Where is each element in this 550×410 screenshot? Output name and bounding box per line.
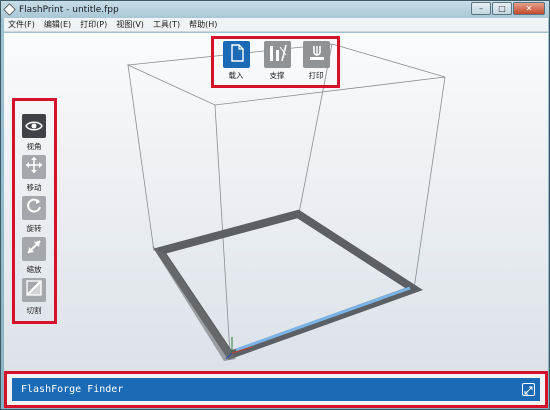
support-icon [268,43,288,67]
scale-button[interactable] [22,237,46,261]
cut-label: 切割 [26,306,42,315]
move-button[interactable] [22,155,46,179]
support-label: 支撑 [269,71,285,80]
print-button[interactable] [303,41,330,68]
print-label: 打印 [308,71,324,80]
support-button[interactable] [264,41,291,68]
menu-print[interactable]: 打印(P) [80,19,107,30]
build-plate [152,209,423,361]
rotate-button[interactable] [22,196,46,220]
cut-button[interactable] [22,278,46,302]
build-volume-wireframe [126,43,446,355]
menu-edit[interactable]: 编辑(E) [44,19,71,30]
left-toolbar: 视角 移动 旋转 缩放 切割 [12,98,57,324]
app-window: FlashPrint - untitle.fpp – □ ✕ 文件(F) 编辑(… [0,0,550,410]
connect-icon [524,380,533,399]
top-toolbar: 载入 支撑 打印 [211,36,340,88]
status-bar: FlashForge Finder [12,378,540,401]
status-bar-highlight: FlashForge Finder [4,371,548,408]
load-file-icon [229,43,245,66]
printer-name: FlashForge Finder [21,384,124,395]
menu-view[interactable]: 视图(V) [116,19,144,30]
menu-tools[interactable]: 工具(T) [153,19,180,30]
print-icon [308,44,326,66]
load-label: 载入 [228,71,244,80]
maximize-button[interactable]: □ [492,2,512,15]
rotate-label: 旋转 [26,224,42,233]
window-controls: – □ ✕ [471,2,545,15]
window-title: FlashPrint - untitle.fpp [19,4,119,15]
view-button[interactable] [22,114,46,138]
scale-label: 缩放 [26,265,42,274]
menu-help[interactable]: 帮助(H) [189,19,217,30]
cut-icon [25,279,43,301]
view-label: 视角 [26,142,42,151]
scale-arrow-icon [25,238,43,260]
connect-button[interactable] [522,383,535,396]
load-button[interactable] [223,41,250,68]
eye-icon [25,117,43,136]
rotate-icon [25,197,43,219]
close-button[interactable]: ✕ [513,2,545,15]
move-arrows-icon [25,156,43,178]
app-logo-icon [3,3,16,16]
move-label: 移动 [26,183,42,192]
minimize-button[interactable]: – [471,2,491,15]
menu-bar: 文件(F) 编辑(E) 打印(P) 视图(V) 工具(T) 帮助(H) [4,18,548,32]
title-bar: FlashPrint - untitle.fpp – □ ✕ [1,1,549,18]
menu-file[interactable]: 文件(F) [8,19,35,30]
